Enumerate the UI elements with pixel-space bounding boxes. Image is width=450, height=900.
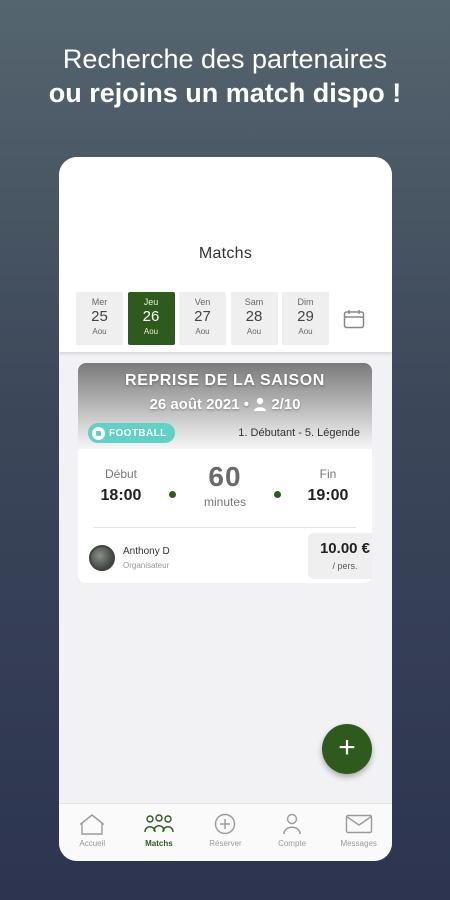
organizer-avatar [89,545,115,571]
home-icon [79,814,105,835]
match-title: REPRISE DE LA SAISON [125,372,325,389]
day-number: 29 [297,308,314,325]
level-range: 1. Débutant - 5. Légende [238,427,360,439]
nav-reserver-label: Réserver [209,839,242,848]
nav-reserver[interactable]: Réserver [192,804,259,861]
headline-line-1: Recherche des partenaires [62,44,388,74]
calendar-icon[interactable] [343,309,365,329]
start-block: Début 18:00 [93,467,149,505]
day-thu-selected[interactable]: Jeu 26 Aou [127,292,175,345]
end-label: Fin [319,467,337,481]
nav-compte[interactable]: Compte [259,804,326,861]
nav-messages-label: Messages [340,839,377,848]
promo-headline: Recherche des partenaires ou rejoins un … [0,42,450,110]
price-value: 10.00 € [319,540,371,557]
timeline-dot-start [169,491,176,498]
day-number: 28 [245,308,263,325]
duration-block: 60 minutes [190,461,260,509]
add-match-button[interactable]: + [322,724,372,774]
price-box: 10.00 € / pers. [308,533,372,579]
top-bar: Matchs Mer 25 Aou Jeu 26 Aou Ven 27 Aou … [59,157,392,352]
player-icon [254,397,267,411]
players-icon [144,814,174,833]
duration-unit: minutes [203,495,247,509]
match-date-line: 26 août 2021 • 2/10 [78,396,372,413]
day-sat[interactable]: Sam 28 Aou [230,292,278,345]
day-name: Sam [244,297,264,307]
day-name: Mer [91,297,108,307]
football-icon [92,426,105,440]
page-title: Matchs [198,245,253,262]
headline-line-2: ou rejoins un match dispo ! [48,78,402,108]
day-name: Dim [297,297,314,307]
day-number: 25 [91,308,108,325]
nav-home-label: Accueil [79,839,106,848]
day-month: Aou [92,327,107,336]
nav-compte-label: Compte [278,839,307,848]
timeline-dot-end [274,491,281,498]
nav-matchs[interactable]: Matchs [126,804,193,861]
start-time: 18:00 [100,487,142,504]
end-block: Fin 19:00 [300,467,356,505]
start-label: Début [104,467,138,481]
day-number: 27 [194,308,211,325]
nav-home[interactable]: Accueil [59,804,126,861]
phone-screen: Matchs Mer 25 Aou Jeu 26 Aou Ven 27 Aou … [59,157,392,861]
day-number: 26 [142,308,160,325]
nav-messages[interactable]: Messages [325,804,392,861]
match-date: 26 août 2021 • [149,396,249,413]
day-fri[interactable]: Ven 27 Aou [179,292,226,345]
day-month: Aou [246,327,262,336]
match-card[interactable]: REPRISE DE LA SAISON 26 août 2021 • 2/10… [78,363,372,583]
day-month: Aou [195,327,210,336]
day-month: Aou [143,327,159,336]
end-time: 19:00 [307,487,349,504]
sport-label: FOOTBALL [109,427,167,439]
bottom-navigation: Accueil Matchs Réserver Compte Messages [59,803,392,861]
day-selector: Mer 25 Aou Jeu 26 Aou Ven 27 Aou Sam 28 … [76,292,334,345]
day-wed[interactable]: Mer 25 Aou [76,292,123,345]
duration-value: 60 [208,461,242,492]
day-name: Ven [194,297,211,307]
person-icon [283,813,301,835]
day-name: Jeu [143,297,159,307]
add-circle-icon [215,813,236,835]
nav-matchs-label: Matchs [145,839,173,848]
day-sun[interactable]: Dim 29 Aou [282,292,329,345]
organizer-name: Anthony D [123,546,170,557]
price-unit: / pers. [332,561,358,571]
match-players: 2/10 [271,396,301,413]
organizer-role: Organisateur [123,561,170,570]
day-month: Aou [298,327,313,336]
sport-badge: FOOTBALL [88,423,175,443]
card-divider [94,527,356,528]
mail-icon [345,814,372,834]
